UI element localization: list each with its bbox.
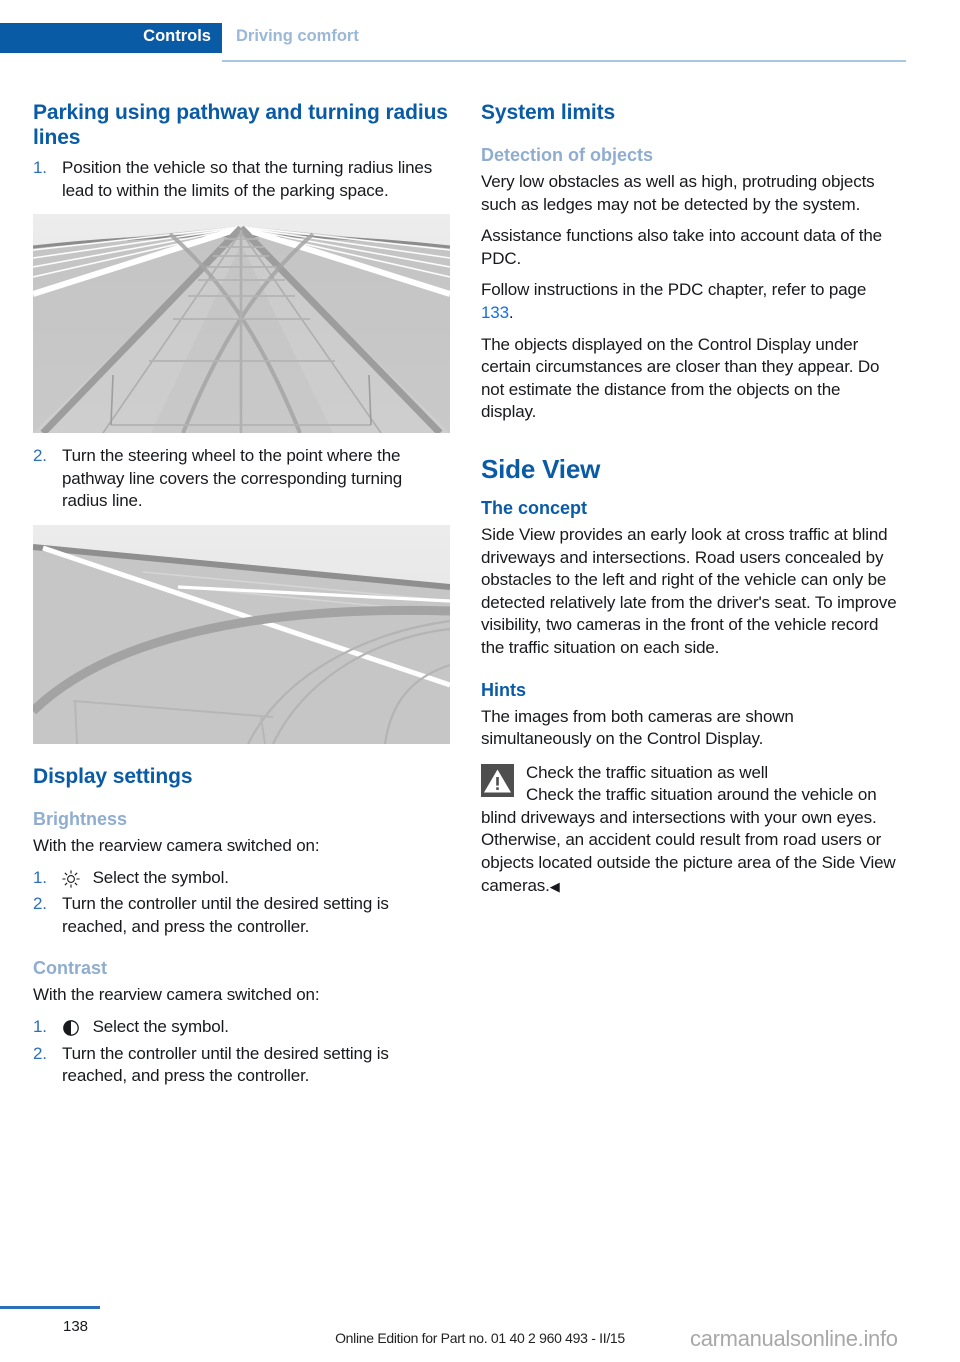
warning-body: Check the traffic situation around the v… <box>481 784 899 898</box>
watermark: carmanualsonline.info <box>690 1326 898 1351</box>
subsection-heading-contrast: Contrast <box>33 958 108 979</box>
section-heading-display-settings: Display settings <box>33 764 193 788</box>
step-text: Select the symbol. <box>92 1016 229 1036</box>
warning-triangle-icon <box>481 763 514 797</box>
contrast-half-circle-icon <box>62 1019 84 1044</box>
figure-turning-radius-curved-graphic <box>33 524 450 744</box>
contrast-steps-list: 1. Select the symbol. 2. Turn the contro… <box>33 1016 451 1088</box>
warning-block: Check the traffic situation as well Chec… <box>481 762 899 899</box>
list-item: 2. Turn the controller until the desired… <box>33 893 451 938</box>
parking-steps-list-part1: 1. Position the vehicle so that the turn… <box>33 157 451 202</box>
step-number: 1. <box>33 867 47 887</box>
section-heading-parking: Parking using pathway and turning radius… <box>33 101 448 149</box>
detection-p3-after: . <box>508 302 514 322</box>
list-item: 1. Select the symbol. <box>33 867 451 893</box>
figure-pathway-straight-graphic <box>33 214 450 434</box>
concept-paragraph: Side View provides an early look at cros… <box>481 524 897 657</box>
list-item: 2. Turn the controller until the desired… <box>33 1043 451 1088</box>
header-divider <box>222 60 906 62</box>
step-number: 2. <box>33 894 47 914</box>
page-reference-link[interactable]: 133 <box>481 303 509 322</box>
right-column: System limits Detection of objects Very … <box>481 100 899 898</box>
list-item: 1. Position the vehicle so that the turn… <box>33 157 451 202</box>
detection-paragraph-3: Follow instructions in the PDC chapter, … <box>481 279 899 324</box>
brightness-intro-text: With the rearview camera switched on: <box>33 835 320 855</box>
step-text: Position the vehicle so that the turning… <box>62 158 433 200</box>
section-heading-system-limits: System limits <box>481 101 616 124</box>
step-text: Turn the controller until the desired se… <box>62 894 389 936</box>
list-item: 2. Turn the steering wheel to the point … <box>33 445 451 513</box>
footer-divider <box>0 1306 100 1309</box>
warning-title: Check the traffic situation as well <box>526 762 768 782</box>
brightness-sun-icon <box>62 869 84 895</box>
detection-paragraph-2: Assistance functions also take into acco… <box>481 226 882 268</box>
subsection-heading-detection-of-objects: Detection of objects <box>481 145 654 165</box>
step-text: Turn the steering wheel to the point whe… <box>62 446 403 511</box>
detection-p3-before: Follow instructions in the PDC chapter, … <box>481 280 867 300</box>
step-number: 1. <box>33 158 47 177</box>
figure-turning-radius-curved <box>33 524 450 744</box>
subsection-heading-brightness: Brightness <box>33 808 128 829</box>
page-header: Controls Driving comfort <box>0 0 960 64</box>
contrast-intro-text: With the rearview camera switched on: <box>33 985 320 1005</box>
step-number: 1. <box>33 1016 47 1036</box>
parking-steps-list-part2: 2. Turn the steering wheel to the point … <box>33 445 451 513</box>
end-of-warning-marker: ◀ <box>549 878 560 894</box>
step-text: Select the symbol. <box>92 867 229 887</box>
breadcrumb-tab-driving-comfort[interactable]: Driving comfort <box>236 27 359 46</box>
brightness-steps-list: 1. Select the symbol. 2. Turn the contro… <box>33 867 451 939</box>
figure-pathway-straight <box>33 214 450 434</box>
subsection-heading-the-concept: The concept <box>481 497 588 518</box>
subsection-heading-hints: Hints <box>481 679 526 700</box>
section-heading-side-view: Side View <box>481 453 601 484</box>
list-item: 1. Select the symbol. <box>33 1016 451 1042</box>
left-column: Parking using pathway and turning radius… <box>33 100 451 1089</box>
step-number: 2. <box>33 1043 47 1063</box>
breadcrumb-tab-controls[interactable]: Controls <box>0 23 222 53</box>
step-text: Turn the controller until the desired se… <box>62 1043 389 1086</box>
step-number: 2. <box>33 446 47 466</box>
warning-body-text: Check the traffic situation around the v… <box>481 785 896 895</box>
breadcrumb-tab-controls-label: Controls <box>143 27 211 45</box>
detection-paragraph-1: Very low obstacles as well as high, prot… <box>481 172 875 214</box>
detection-paragraph-4: The objects displayed on the Control Dis… <box>481 334 880 422</box>
hints-paragraph: The images from both cameras are shown s… <box>481 706 794 749</box>
